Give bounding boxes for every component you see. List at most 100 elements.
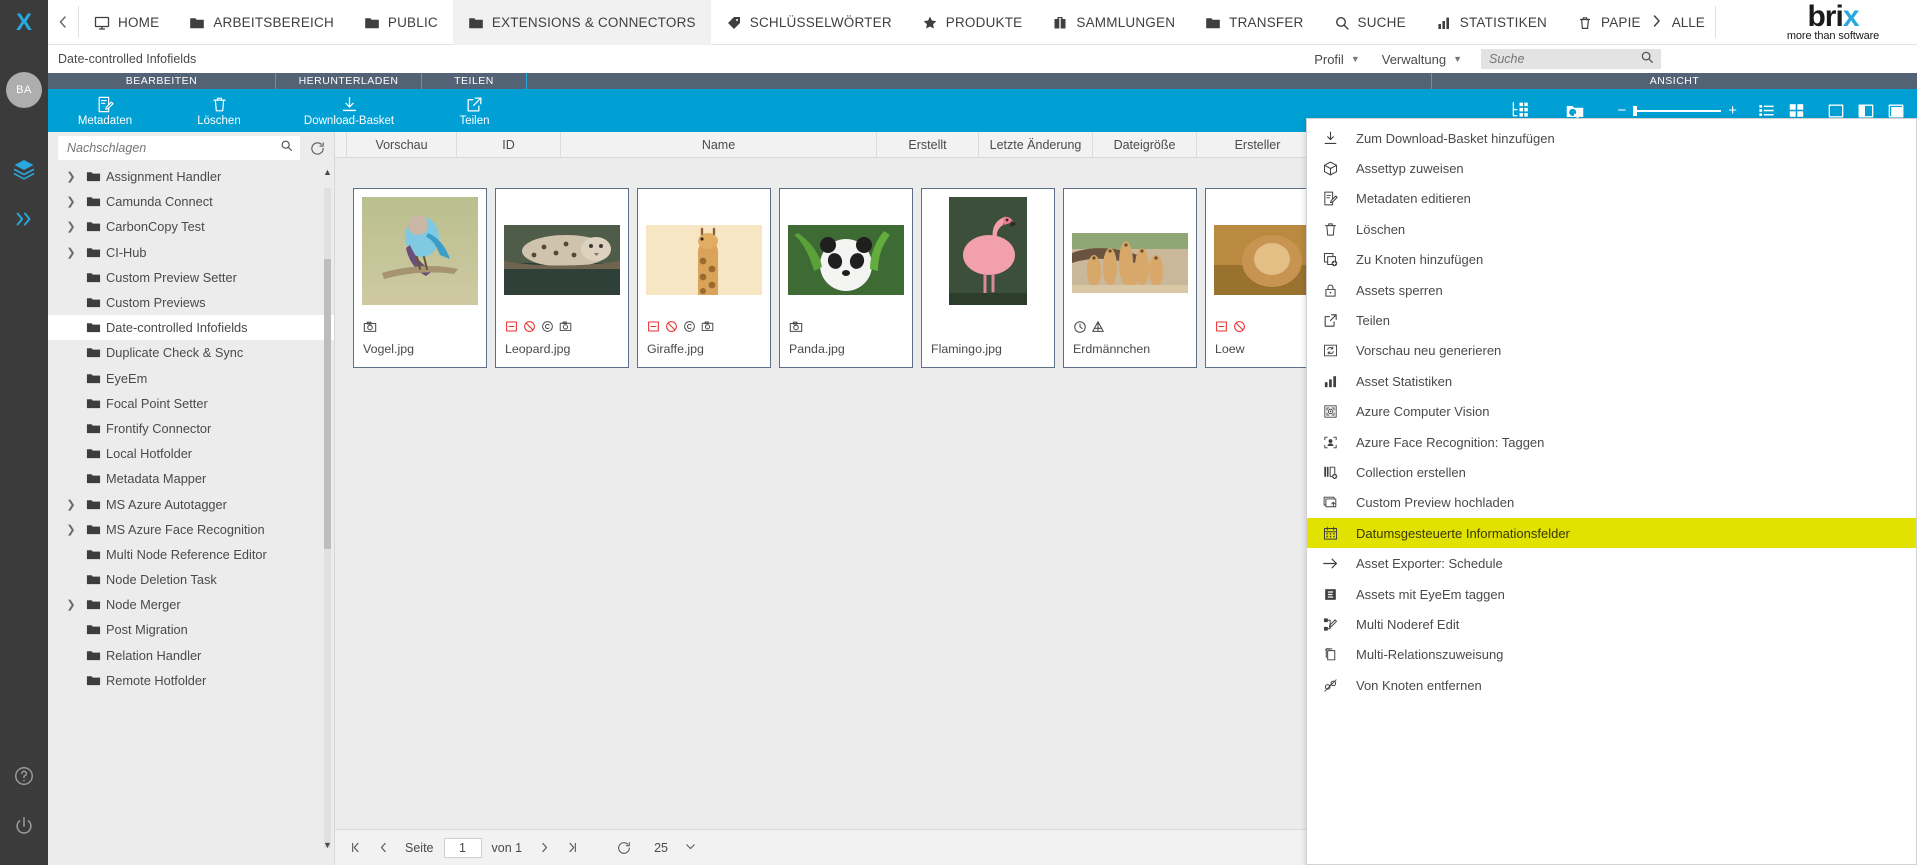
nav-item-transfer[interactable]: TRANSFER [1190,0,1318,45]
refresh-icon[interactable] [306,137,328,159]
zoom-in-button[interactable]: + [1728,103,1737,118]
chevron-right-icon[interactable]: ❯ [62,495,80,513]
tree-item-eyeem[interactable]: EyeEm [48,366,334,391]
power-icon[interactable] [0,801,48,851]
page-prev-icon[interactable] [371,836,395,860]
tree-item-camunda-connect[interactable]: ❯ Camunda Connect [48,189,334,214]
page-size-select[interactable]: 25 [654,840,697,856]
menu-item-assettyp-zuweisen[interactable]: Assettyp zuweisen [1307,153,1916,183]
tree-item-focal-point-setter[interactable]: Focal Point Setter [48,391,334,416]
column-header-vorschau[interactable]: Vorschau [347,132,457,158]
tree-item-multi-node-reference-editor[interactable]: Multi Node Reference Editor [48,542,334,567]
menu-item-teilen[interactable]: Teilen [1307,305,1916,335]
column-header-letzte-aenderung[interactable]: Letzte Änderung [979,132,1093,158]
nav-item-home[interactable]: HOME [79,0,174,45]
menu-item-metadaten-editieren[interactable]: Metadaten editieren [1307,184,1916,214]
ribbon-button-download-basket[interactable]: Download-Basket [276,89,422,132]
ribbon-button-loeschen[interactable]: Löschen [162,89,276,132]
asset-card[interactable]: Leopard.jpg [495,188,629,368]
tree-item-node-merger[interactable]: ❯ Node Merger [48,592,334,617]
tree-search[interactable] [58,136,300,160]
tree-search-input[interactable] [58,141,300,155]
tree-item-custom-preview-setter[interactable]: Custom Preview Setter [48,265,334,290]
global-search[interactable] [1481,49,1661,69]
page-next-icon[interactable] [532,836,556,860]
tree-item-ms-azure-autotagger[interactable]: ❯ MS Azure Autotagger [48,491,334,516]
tree-item-remote-hotfolder[interactable]: Remote Hotfolder [48,668,334,693]
profile-menu[interactable]: Profil ▼ [1305,50,1369,69]
menu-item-assets-mit-eyeem-taggen[interactable]: Assets mit EyeEm taggen [1307,579,1916,609]
nav-item-extensions-connectors[interactable]: EXTENSIONS & CONNECTORS [452,0,711,45]
asset-card[interactable]: Vogel.jpg [353,188,487,368]
tree-item-local-hotfolder[interactable]: Local Hotfolder [48,441,334,466]
asset-card[interactable]: Flamingo.jpg [921,188,1055,368]
menu-item-von-knoten-entfernen[interactable]: Von Knoten entfernen [1307,670,1916,700]
search-input[interactable] [1481,50,1633,68]
tree-item-relation-handler[interactable]: Relation Handler [48,643,334,668]
chevron-right-icon[interactable]: ❯ [62,168,80,186]
page-first-icon[interactable] [343,836,367,860]
nav-item-suche[interactable]: SUCHE [1319,0,1421,45]
search-icon[interactable] [1640,50,1654,69]
help-icon[interactable] [0,751,48,801]
asset-card[interactable]: Erdmännchen [1063,188,1197,368]
tree-item-carboncopy-test[interactable]: ❯ CarbonCopy Test [48,214,334,239]
chevron-left-icon[interactable] [48,0,78,44]
nav-item-papierkorb[interactable]: PAPIE [1562,0,1647,45]
menu-item-loeschen[interactable]: Löschen [1307,214,1916,244]
tree-item-ci-hub[interactable]: ❯ CI-Hub [48,240,334,265]
administration-menu[interactable]: Verwaltung ▼ [1373,50,1471,69]
zoom-out-button[interactable]: − [1617,103,1626,118]
ribbon-button-metadaten[interactable]: Metadaten [48,89,162,132]
tree-item-duplicate-check-sync[interactable]: Duplicate Check & Sync [48,340,334,365]
expand-right-icon[interactable] [0,194,48,244]
menu-item-zu-knoten-hinzufuegen[interactable]: Zu Knoten hinzufügen [1307,245,1916,275]
avatar[interactable]: BA [6,72,42,108]
tree-item-ms-azure-face-recognition[interactable]: ❯ MS Azure Face Recognition [48,517,334,542]
nav-item-public[interactable]: PUBLIC [349,0,453,45]
chevron-right-icon[interactable]: ❯ [62,596,80,614]
menu-item-azure-face-recognition-taggen[interactable]: Azure Face Recognition: Taggen [1307,427,1916,457]
chevron-down-icon[interactable] [684,840,697,856]
tree-item-node-deletion-task[interactable]: Node Deletion Task [48,567,334,592]
zoom-slider-thumb[interactable] [1633,105,1638,116]
nav-item-sammlungen[interactable]: SAMMLUNGEN [1037,0,1190,45]
ribbon-button-teilen[interactable]: Teilen [422,89,527,132]
layers-icon[interactable] [0,144,48,194]
nav-item-arbeitsbereich[interactable]: ARBEITSBEREICH [174,0,349,45]
chevron-right-icon[interactable]: ❯ [62,520,80,538]
menu-item-multi-relationszuweisung[interactable]: Multi-Relationszuweisung [1307,640,1916,670]
menu-item-datumsgesteuerte-informationsfelder[interactable]: Datumsgesteuerte Informationsfelder [1307,518,1916,549]
menu-item-asset-statistiken[interactable]: Asset Statistiken [1307,366,1916,396]
app-logo-icon[interactable]: X [0,0,48,45]
nav-item-produkte[interactable]: PRODUKTE [907,0,1038,45]
tree-scrollbar-thumb[interactable] [324,259,331,549]
menu-item-asset-exporter-schedule[interactable]: Asset Exporter: Schedule [1307,548,1916,578]
tree-item-date-controlled-infofields[interactable]: Date-controlled Infofields [48,315,334,341]
nav-item-statistiken[interactable]: STATISTIKEN [1421,0,1562,45]
menu-item-collection-erstellen[interactable]: Collection erstellen [1307,457,1916,487]
nav-more-all[interactable]: ALLE [1647,0,1715,44]
chevron-right-icon[interactable]: ❯ [62,243,80,261]
tree-item-custom-previews[interactable]: Custom Previews [48,290,334,315]
tree-item-metadata-mapper[interactable]: Metadata Mapper [48,466,334,491]
tree-item-frontify-connector[interactable]: Frontify Connector [48,416,334,441]
tree-scroll-up[interactable]: ▲ [322,166,333,177]
menu-item-multi-noderef-edit[interactable]: Multi Noderef Edit [1307,609,1916,639]
column-header-ersteller[interactable]: Ersteller [1197,132,1319,158]
column-header-erstellt[interactable]: Erstellt [877,132,979,158]
menu-item-custom-preview-hochladen[interactable]: Custom Preview hochladen [1307,488,1916,518]
search-icon[interactable] [280,139,293,157]
page-last-icon[interactable] [560,836,584,860]
zoom-control[interactable]: − + [1603,103,1751,118]
menu-item-vorschau-neu-generieren[interactable]: Vorschau neu generieren [1307,336,1916,366]
chevron-right-icon[interactable]: ❯ [62,193,80,211]
nav-item-schluesselwoerter[interactable]: SCHLÜSSELWÖRTER [711,0,907,45]
refresh-icon[interactable] [612,836,636,860]
page-number-input[interactable] [443,837,482,858]
column-header-dateigroesse[interactable]: Dateigröße [1093,132,1197,158]
tree-scroll-down[interactable]: ▼ [322,839,333,850]
asset-card[interactable]: Giraffe.jpg [637,188,771,368]
tree-item-assignment-handler[interactable]: ❯ Assignment Handler [48,164,334,189]
asset-card[interactable]: Panda.jpg [779,188,913,368]
